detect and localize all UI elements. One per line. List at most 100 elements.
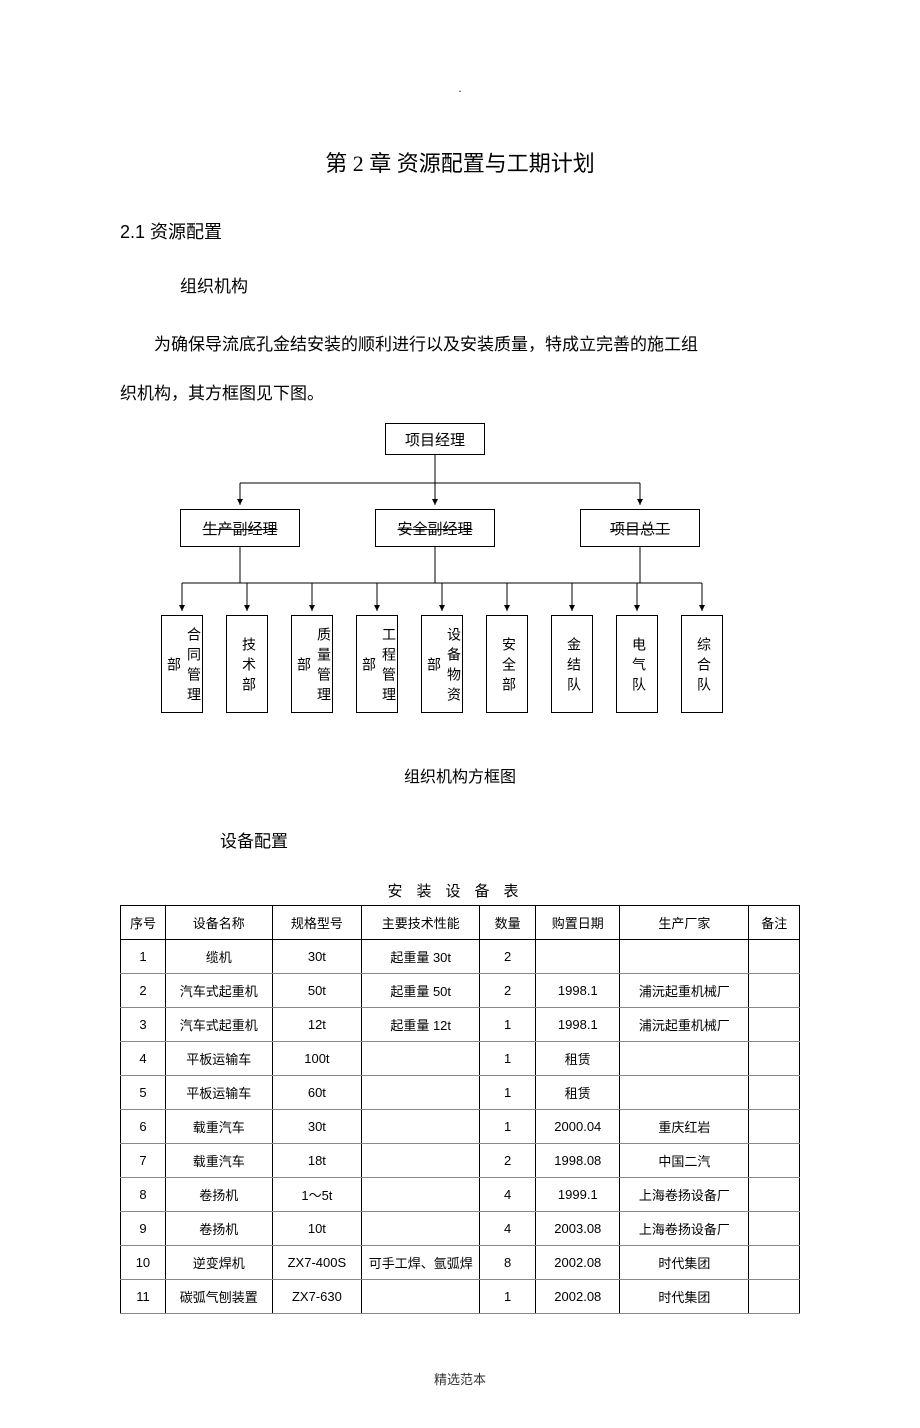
table-cell: 4 <box>480 1212 536 1246</box>
table-cell: 1998.1 <box>536 974 620 1008</box>
th-index: 序号 <box>121 906 166 940</box>
table-cell: 缆机 <box>165 940 272 974</box>
table-cell: 1 <box>480 1110 536 1144</box>
table-cell: 平板运输车 <box>165 1042 272 1076</box>
table-cell: 1 <box>480 1280 536 1314</box>
org-chart-caption: 组织机构方框图 <box>120 763 800 787</box>
table-cell: 可手工焊、氩弧焊 <box>362 1246 480 1280</box>
table-cell <box>749 1076 800 1110</box>
table-row: 7载重汽车18t21998.08中国二汽 <box>121 1144 800 1178</box>
table-cell: 1 <box>480 1042 536 1076</box>
table-cell <box>749 1280 800 1314</box>
org-dept-general: 综合队 <box>681 615 723 713</box>
table-cell: 7 <box>121 1144 166 1178</box>
table-cell: 载重汽车 <box>165 1144 272 1178</box>
table-cell: 2000.04 <box>536 1110 620 1144</box>
table-cell: 租赁 <box>536 1076 620 1110</box>
th-date: 购置日期 <box>536 906 620 940</box>
table-row: 5平板运输车60t1租赁 <box>121 1076 800 1110</box>
table-cell: 逆变焊机 <box>165 1246 272 1280</box>
table-cell: 3 <box>121 1008 166 1042</box>
table-cell <box>362 1042 480 1076</box>
table-cell: 起重量 30t <box>362 940 480 974</box>
table-row: 6载重汽车30t 12000.04重庆红岩 <box>121 1110 800 1144</box>
table-cell: 汽车式起重机 <box>165 974 272 1008</box>
table-cell: 30t <box>272 1110 362 1144</box>
table-cell: 5 <box>121 1076 166 1110</box>
subheading-equipment: 设备配置 <box>220 827 800 852</box>
table-cell: 9 <box>121 1212 166 1246</box>
org-box-safety-deputy: 安全副经理 <box>375 509 495 547</box>
table-cell: 2002.08 <box>536 1246 620 1280</box>
table-row: 8卷扬机1～5t41999.1上海卷扬设备厂 <box>121 1178 800 1212</box>
table-cell <box>749 974 800 1008</box>
table-cell <box>362 1110 480 1144</box>
table-cell: 1998.08 <box>536 1144 620 1178</box>
org-dept-metal: 金结队 <box>551 615 593 713</box>
table-row: 10逆变焊机ZX7-400S可手工焊、氩弧焊82002.08时代集团 <box>121 1246 800 1280</box>
org-dept-tech: 技术部 <box>226 615 268 713</box>
table-cell <box>620 1042 749 1076</box>
table-cell: 1 <box>480 1008 536 1042</box>
table-cell: 重庆红岩 <box>620 1110 749 1144</box>
table-cell: 1～5t <box>272 1178 362 1212</box>
table-cell: 60t <box>272 1076 362 1110</box>
table-cell: 起重量 50t <box>362 974 480 1008</box>
table-cell: 时代集团 <box>620 1280 749 1314</box>
table-cell <box>749 1042 800 1076</box>
table-cell: 4 <box>480 1178 536 1212</box>
table-cell: 浦沅起重机械厂 <box>620 974 749 1008</box>
th-spec: 规格型号 <box>272 906 362 940</box>
table-cell <box>362 1280 480 1314</box>
table-cell: 1 <box>121 940 166 974</box>
page-footer: 精选范本 <box>120 1369 800 1388</box>
subheading-org: 组织机构 <box>180 272 800 297</box>
table-cell <box>362 1178 480 1212</box>
equipment-table-title: 安装设备表 <box>120 880 800 901</box>
org-box-chief-engineer: 项目总工 <box>580 509 700 547</box>
table-cell <box>749 1008 800 1042</box>
table-cell: 载重汽车 <box>165 1110 272 1144</box>
table-cell <box>749 1212 800 1246</box>
table-row: 11碳弧气刨装置ZX7-63012002.08时代集团 <box>121 1280 800 1314</box>
table-cell: 12t <box>272 1008 362 1042</box>
paragraph-2-row: 织机构，其方框图见下图。 <box>120 374 800 413</box>
org-dept-contract: 合同管理部 <box>161 615 203 713</box>
table-cell: 8 <box>121 1178 166 1212</box>
table-cell: 上海卷扬设备厂 <box>620 1212 749 1246</box>
org-dept-electric: 电气队 <box>616 615 658 713</box>
table-cell: 2002.08 <box>536 1280 620 1314</box>
table-cell: 30t <box>272 940 362 974</box>
org-dept-quality: 质量管理部 <box>291 615 333 713</box>
table-cell: 2 <box>121 974 166 1008</box>
table-cell: ZX7-630 <box>272 1280 362 1314</box>
table-cell: 1 <box>480 1076 536 1110</box>
table-cell: 1999.1 <box>536 1178 620 1212</box>
th-note: 备注 <box>749 906 800 940</box>
table-cell: 18t <box>272 1144 362 1178</box>
table-row: 2汽车式起重机50t起重量 50t21998.1浦沅起重机械厂 <box>121 974 800 1008</box>
table-cell: 2003.08 <box>536 1212 620 1246</box>
table-cell: 中国二汽 <box>620 1144 749 1178</box>
table-cell: 卷扬机 <box>165 1212 272 1246</box>
th-qty: 数量 <box>480 906 536 940</box>
table-cell <box>362 1212 480 1246</box>
table-cell: 6 <box>121 1110 166 1144</box>
table-cell: 2 <box>480 974 536 1008</box>
chapter-title: 第 2 章 资源配置与工期计划 <box>120 146 800 178</box>
table-row: 3汽车式起重机12t起重量 12t11998.1浦沅起重机械厂 <box>121 1008 800 1042</box>
table-cell <box>749 1110 800 1144</box>
table-cell <box>749 1144 800 1178</box>
table-cell <box>362 1144 480 1178</box>
document-page: . 第 2 章 资源配置与工期计划 2.1 资源配置 组织机构 为确保导流底孔金… <box>0 0 920 1428</box>
table-cell: 浦沅起重机械厂 <box>620 1008 749 1042</box>
th-name: 设备名称 <box>165 906 272 940</box>
org-chart: 项目经理 生产副经理 安全副经理 项目总工 合同管理部 技术部 质量管理部 工程… <box>120 423 800 753</box>
page-header-dot: . <box>120 80 800 96</box>
equipment-table: 序号 设备名称 规格型号 主要技术性能 数量 购置日期 生产厂家 备注 1缆机3… <box>120 905 800 1314</box>
org-box-production-deputy: 生产副经理 <box>180 509 300 547</box>
org-dept-project: 工程管理部 <box>356 615 398 713</box>
table-cell: 卷扬机 <box>165 1178 272 1212</box>
table-header-row: 序号 设备名称 规格型号 主要技术性能 数量 购置日期 生产厂家 备注 <box>121 906 800 940</box>
table-cell: 50t <box>272 974 362 1008</box>
